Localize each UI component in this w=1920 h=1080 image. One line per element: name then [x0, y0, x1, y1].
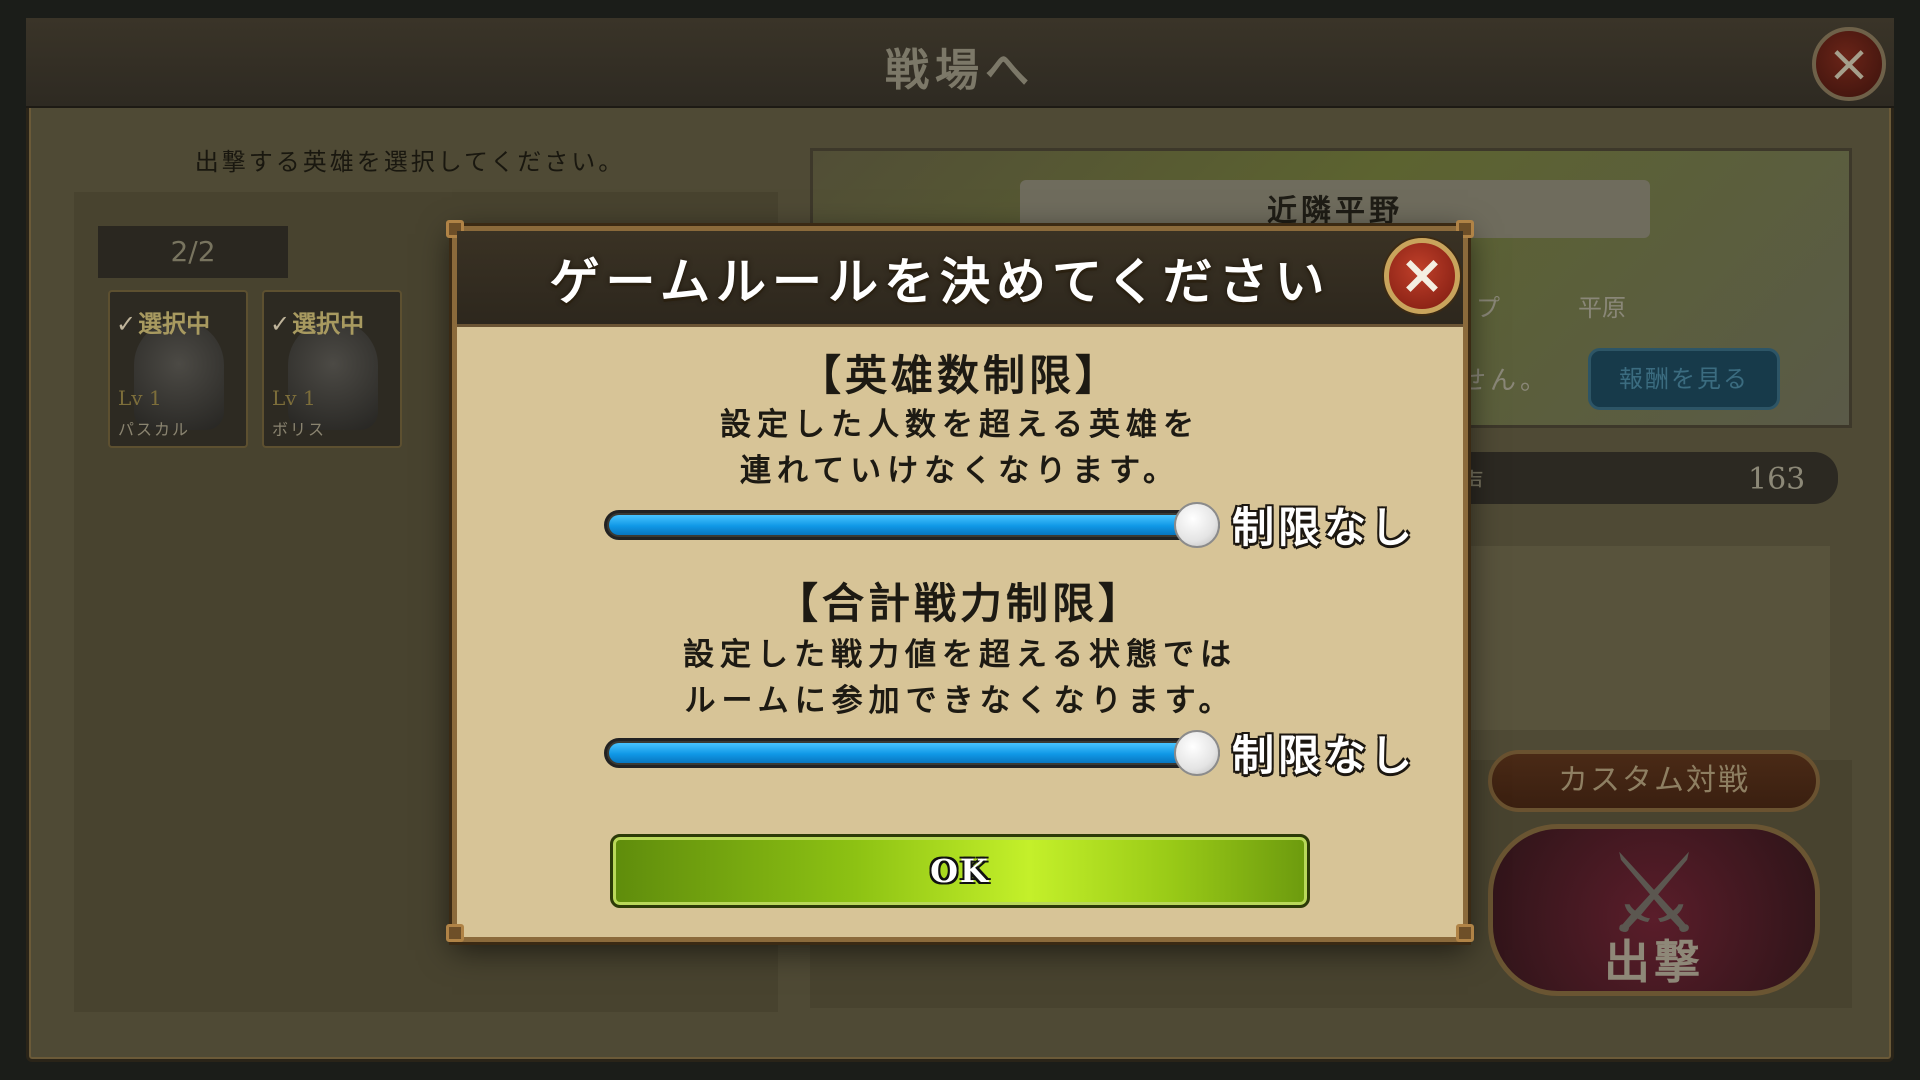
- hero-limit-slider-thumb[interactable]: [1174, 502, 1220, 548]
- description-line: 設定した人数を超える英雄を: [719, 407, 1201, 443]
- power-limit-title: 【合計戦力制限】: [775, 579, 1144, 628]
- corner-ornament: [446, 924, 464, 942]
- dialog-title: ゲームルールを決めてください: [549, 253, 1331, 311]
- stage-type-value: 平原: [1578, 294, 1626, 322]
- power-limit-slider[interactable]: [604, 738, 1220, 768]
- sortie-label: 出撃: [1604, 935, 1704, 989]
- selected-badge: ✓選択中: [270, 310, 365, 338]
- description-line: 設定した戦力値を超える状態では: [682, 637, 1238, 673]
- ok-label: OK: [930, 852, 990, 890]
- hero-limit-value: 制限なし: [1232, 503, 1417, 552]
- stage-name: 近隣平野: [1267, 194, 1403, 229]
- corner-ornament: [1456, 924, 1474, 942]
- power-limit-description: 設定した戦力値を超える状態では ルームに参加できなくなります。: [457, 632, 1463, 724]
- close-icon: ×: [1399, 243, 1445, 306]
- window-close-button[interactable]: ×: [1812, 27, 1886, 101]
- hero-name: パスカル: [118, 420, 191, 439]
- hero-card[interactable]: ✓選択中 Lv 1 パスカル: [108, 290, 248, 448]
- hero-limit-description: 設定した人数を超える英雄を 連れていけなくなります。: [457, 402, 1463, 494]
- hero-level: Lv 1: [118, 386, 162, 410]
- stat-value: 163: [1748, 462, 1806, 497]
- dialog-close-button[interactable]: ×: [1384, 238, 1460, 314]
- stage-note: せん。: [1460, 366, 1551, 396]
- ok-button[interactable]: OK: [610, 834, 1310, 908]
- selected-badge: ✓選択中: [116, 310, 211, 338]
- stage-info-area: [1440, 546, 1830, 730]
- description-line: ルームに参加できなくなります。: [684, 683, 1236, 719]
- custom-battle-button[interactable]: カスタム対戦: [1488, 750, 1820, 812]
- power-limit-value: 制限なし: [1232, 731, 1417, 780]
- hero-limit-slider[interactable]: [604, 510, 1220, 540]
- window-title: 戦場へ: [885, 45, 1035, 96]
- hero-count-badge: 2/2: [98, 226, 288, 278]
- check-icon: ✓: [270, 310, 291, 338]
- close-icon: ×: [1827, 34, 1871, 94]
- slider-fill: [609, 515, 1197, 535]
- check-icon: ✓: [116, 310, 137, 338]
- hero-level: Lv 1: [272, 386, 316, 410]
- hero-limit-title: 【英雄数制限】: [798, 351, 1121, 400]
- hero-card[interactable]: ✓選択中 Lv 1 ボリス: [262, 290, 402, 448]
- slider-fill: [609, 743, 1197, 763]
- description-line: 連れていけなくなります。: [740, 453, 1180, 489]
- view-reward-button[interactable]: 報酬を見る: [1588, 348, 1780, 410]
- hero-name: ボリス: [272, 420, 327, 439]
- hero-select-instruction: 出撃する英雄を選択してください。: [194, 148, 626, 176]
- power-limit-slider-thumb[interactable]: [1174, 730, 1220, 776]
